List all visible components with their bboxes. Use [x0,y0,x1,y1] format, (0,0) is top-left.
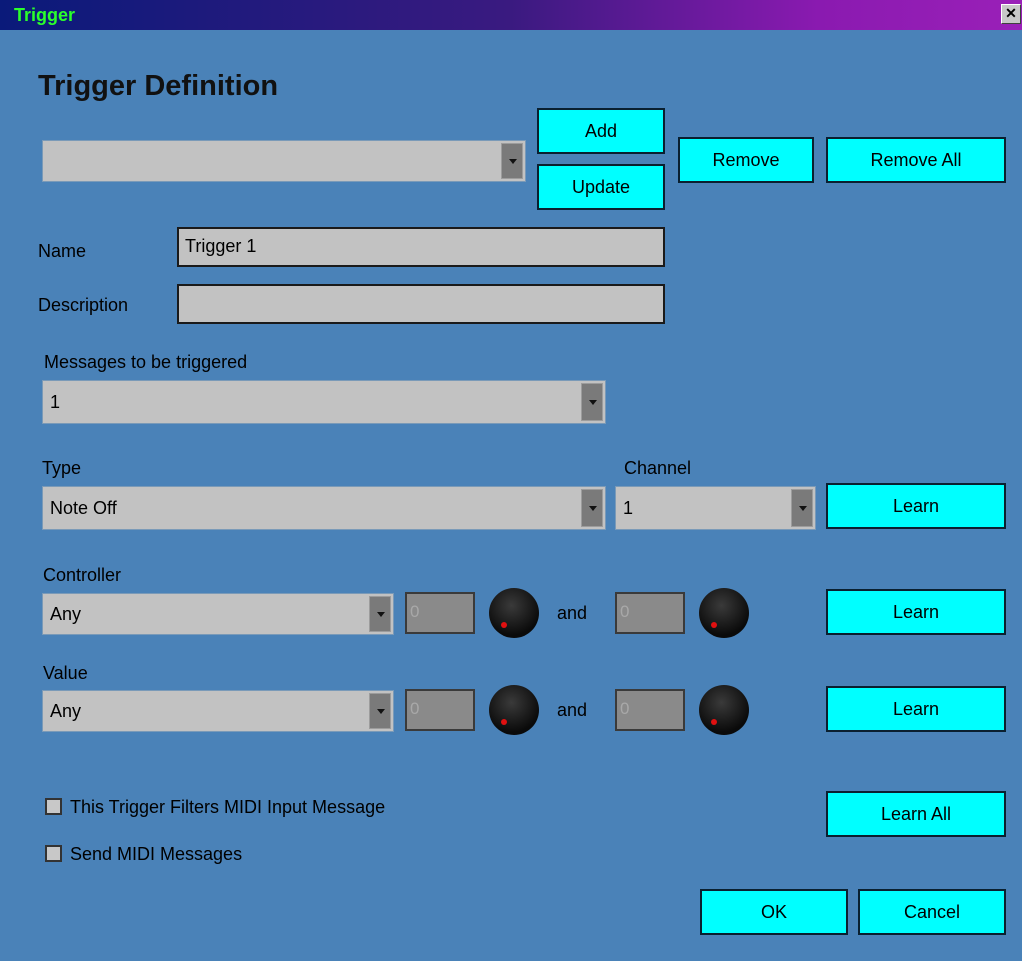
value-max-field[interactable]: 0 [615,689,685,731]
type-label: Type [42,458,82,478]
remove-button[interactable]: Remove [678,137,814,183]
trigger-select[interactable] [42,140,526,182]
send-midi-checkbox-label: Send MIDI Messages [70,844,243,864]
add-button[interactable]: Add [537,108,665,154]
value-select-value: Any [50,701,82,721]
ok-button[interactable]: OK [700,889,848,935]
learn-all-button[interactable]: Learn All [826,791,1006,837]
page-title: Trigger Definition [38,70,279,102]
window-title: Trigger [14,5,76,25]
type-select[interactable]: Note Off [42,486,606,530]
controller-select[interactable]: Any [42,593,394,635]
channel-select-value: 1 [623,498,634,518]
learn-value-button[interactable]: Learn [826,686,1006,732]
value-label: Value [43,663,88,683]
value-max-knob[interactable] [699,685,749,735]
controller-and-label: and [557,603,588,623]
chevron-down-icon[interactable] [581,383,603,421]
learn-type-button[interactable]: Learn [826,483,1006,529]
description-field[interactable] [177,284,665,324]
type-select-value: Note Off [50,498,117,518]
channel-label: Channel [624,458,692,478]
value-select[interactable]: Any [42,690,394,732]
channel-select[interactable]: 1 [615,486,816,530]
cancel-button[interactable]: Cancel [858,889,1006,935]
close-icon: ✕ [1005,5,1017,21]
value-min-knob[interactable] [489,685,539,735]
learn-controller-button[interactable]: Learn [826,589,1006,635]
controller-select-value: Any [50,604,82,624]
filter-checkbox-label: This Trigger Filters MIDI Input Message [70,797,386,817]
filter-checkbox[interactable] [45,798,62,815]
controller-max-field[interactable]: 0 [615,592,685,634]
title-bar [0,0,1022,30]
controller-max-knob[interactable] [699,588,749,638]
controller-min-field[interactable]: 0 [405,592,475,634]
messages-select-value: 1 [50,392,61,412]
chevron-down-icon[interactable] [501,143,523,179]
close-button[interactable]: ✕ [1001,4,1021,24]
value-min-field[interactable]: 0 [405,689,475,731]
controller-label: Controller [43,565,122,585]
chevron-down-icon[interactable] [581,489,603,527]
name-field[interactable]: Trigger 1 [177,227,665,267]
name-label: Name [38,241,87,261]
controller-min-knob[interactable] [489,588,539,638]
chevron-down-icon[interactable] [369,693,391,729]
send-midi-checkbox[interactable] [45,845,62,862]
chevron-down-icon[interactable] [369,596,391,632]
chevron-down-icon[interactable] [791,489,813,527]
messages-label: Messages to be triggered [44,352,248,372]
update-button[interactable]: Update [537,164,665,210]
remove-all-button[interactable]: Remove All [826,137,1006,183]
description-label: Description [38,295,129,315]
messages-select[interactable]: 1 [42,380,606,424]
value-and-label: and [557,700,588,720]
